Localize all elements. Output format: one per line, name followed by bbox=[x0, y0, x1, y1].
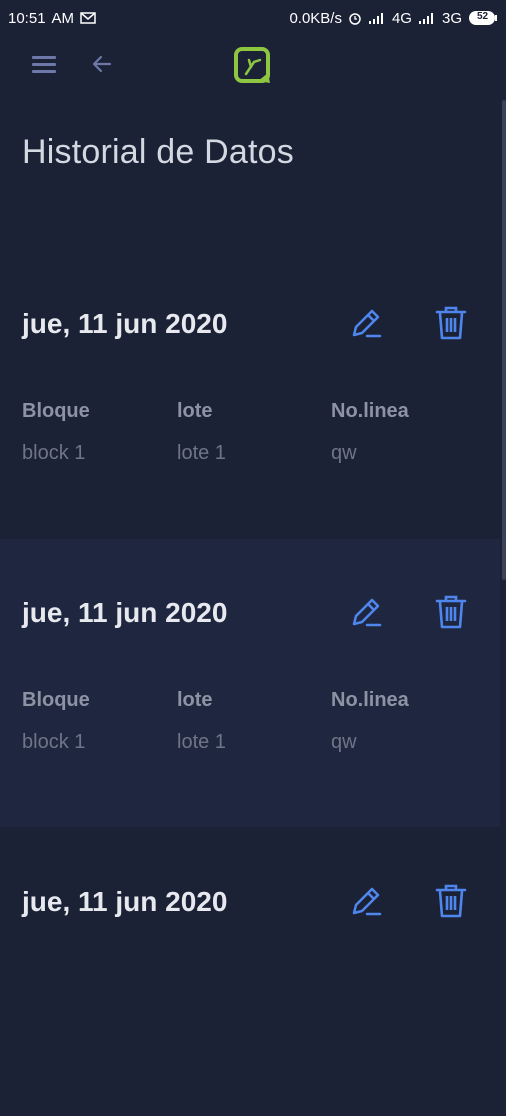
column-header-bloque: Bloque bbox=[22, 400, 90, 422]
net-speed: 0.0KB/s bbox=[289, 9, 342, 27]
signal-icon-2 bbox=[418, 12, 436, 24]
network-type-2: 3G bbox=[441, 9, 462, 27]
record-date: jue, 11 jun 2020 bbox=[22, 308, 228, 339]
value-linea: qw bbox=[331, 731, 357, 753]
value-bloque: block 1 bbox=[22, 731, 86, 753]
mail-icon bbox=[80, 12, 96, 24]
column-header-lote: lote bbox=[177, 400, 213, 422]
status-time: 10:51 bbox=[8, 9, 46, 27]
column-header-linea: No.linea bbox=[331, 400, 409, 422]
battery-level: 52 bbox=[477, 11, 489, 22]
edit-icon[interactable] bbox=[349, 884, 383, 923]
scrollbar[interactable] bbox=[502, 100, 506, 580]
trash-icon[interactable] bbox=[435, 305, 467, 346]
menu-icon[interactable] bbox=[30, 54, 58, 79]
status-left: 10:51 AM bbox=[8, 10, 96, 27]
value-linea: qw bbox=[331, 442, 357, 464]
signal-icon bbox=[368, 12, 386, 24]
column-header-lote: lote bbox=[177, 689, 213, 711]
column-header-linea: No.linea bbox=[331, 689, 409, 711]
trash-icon[interactable] bbox=[435, 883, 467, 924]
page-title: Historial de Datos bbox=[22, 133, 294, 171]
status-ampm: AM bbox=[51, 9, 75, 27]
app-bar bbox=[0, 36, 506, 94]
status-right: 0.0KB/s 4G 3G 52 bbox=[289, 10, 498, 27]
logo-icon bbox=[234, 47, 272, 90]
record-date: jue, 11 jun 2020 bbox=[22, 597, 228, 628]
network-type-1: 4G bbox=[391, 9, 412, 27]
history-card: jue, 11 jun 2020 Bloque lote No.linea bl… bbox=[0, 539, 500, 827]
value-bloque: block 1 bbox=[22, 442, 86, 464]
record-date: jue, 11 jun 2020 bbox=[22, 886, 228, 917]
value-lote: lote 1 bbox=[177, 731, 226, 753]
status-bar: 10:51 AM 0.0KB/s 4G 3G 52 bbox=[0, 0, 506, 36]
back-icon[interactable] bbox=[90, 53, 114, 80]
trash-icon[interactable] bbox=[435, 594, 467, 635]
history-card: jue, 11 jun 2020 Bloque lote No.linea bl… bbox=[0, 250, 500, 538]
column-header-bloque: Bloque bbox=[22, 689, 90, 711]
edit-icon[interactable] bbox=[349, 306, 383, 345]
alarm-icon bbox=[348, 11, 362, 25]
edit-icon[interactable] bbox=[349, 595, 383, 634]
value-lote: lote 1 bbox=[177, 442, 226, 464]
battery-icon: 52 bbox=[468, 10, 498, 26]
history-card: jue, 11 jun 2020 bbox=[0, 828, 500, 1116]
